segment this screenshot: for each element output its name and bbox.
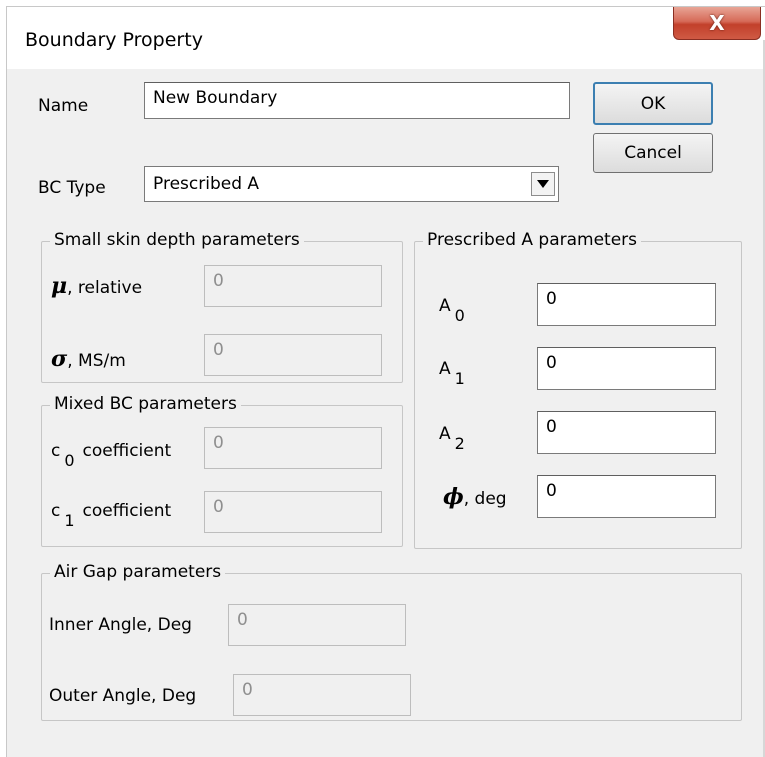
inner-angle-label: Inner Angle, Deg — [49, 615, 192, 635]
outer-angle-input[interactable]: 0 — [233, 674, 411, 716]
cancel-button[interactable]: Cancel — [593, 133, 713, 173]
phi-symbol: ϕ — [443, 484, 464, 510]
c0-input[interactable]: 0 — [204, 427, 382, 469]
prescribed-a-title: Prescribed A parameters — [423, 230, 642, 250]
name-label: Name — [38, 96, 89, 116]
a0-label: A0 — [439, 296, 465, 325]
c1-letter: c — [51, 501, 61, 521]
mu-input[interactable]: 0 — [204, 265, 382, 307]
a0-subscript: 0 — [454, 306, 465, 325]
c0-label: c 0 coefficient — [51, 441, 172, 470]
close-button[interactable]: X — [673, 7, 761, 40]
a1-input[interactable]: 0 — [537, 347, 716, 390]
close-icon: X — [709, 11, 725, 35]
c0-subscript: 0 — [64, 451, 75, 470]
bc-type-select[interactable]: Prescribed A — [144, 166, 559, 202]
a1-label: A1 — [439, 359, 465, 388]
mu-symbol: μ — [51, 273, 68, 299]
bc-type-selected-value: Prescribed A — [153, 174, 260, 194]
phi-unit-label: , deg — [463, 489, 507, 509]
ok-button[interactable]: OK — [593, 82, 713, 125]
c1-input[interactable]: 0 — [204, 491, 382, 533]
c1-coefficient-label: coefficient — [82, 501, 172, 521]
mu-label: μ, relative — [51, 273, 142, 299]
c0-letter: c — [51, 441, 61, 461]
sigma-label: σ, MS/m — [51, 346, 126, 372]
inner-angle-input[interactable]: 0 — [228, 604, 406, 646]
a2-label: A2 — [439, 424, 465, 453]
c1-subscript: 1 — [64, 511, 75, 530]
dropdown-arrow-icon[interactable] — [531, 172, 555, 196]
c1-label: c 1 coefficient — [51, 501, 172, 530]
title-bar: Boundary Property X — [7, 7, 765, 69]
sigma-unit-label: , MS/m — [67, 351, 126, 371]
bc-type-label: BC Type — [38, 178, 106, 198]
outer-angle-label: Outer Angle, Deg — [49, 686, 197, 706]
sigma-input[interactable]: 0 — [204, 334, 382, 376]
a1-subscript: 1 — [454, 369, 465, 388]
skin-depth-title: Small skin depth parameters — [50, 230, 304, 250]
mixed-bc-title: Mixed BC parameters — [50, 394, 241, 414]
c0-coefficient-label: coefficient — [82, 441, 172, 461]
phi-input[interactable]: 0 — [537, 475, 716, 518]
a2-letter: A — [439, 424, 451, 444]
a1-letter: A — [439, 359, 451, 379]
a0-letter: A — [439, 296, 451, 316]
dialog-title: Boundary Property — [25, 29, 203, 51]
phi-label: ϕ, deg — [443, 484, 507, 510]
a2-subscript: 2 — [454, 434, 465, 453]
air-gap-title: Air Gap parameters — [50, 562, 226, 582]
name-input[interactable]: New Boundary — [144, 82, 570, 119]
mu-unit-label: , relative — [67, 278, 143, 298]
a2-input[interactable]: 0 — [537, 411, 716, 454]
sigma-symbol: σ — [51, 346, 68, 372]
boundary-property-dialog: Boundary Property X Name New Boundary OK… — [6, 6, 765, 757]
a0-input[interactable]: 0 — [537, 283, 716, 326]
